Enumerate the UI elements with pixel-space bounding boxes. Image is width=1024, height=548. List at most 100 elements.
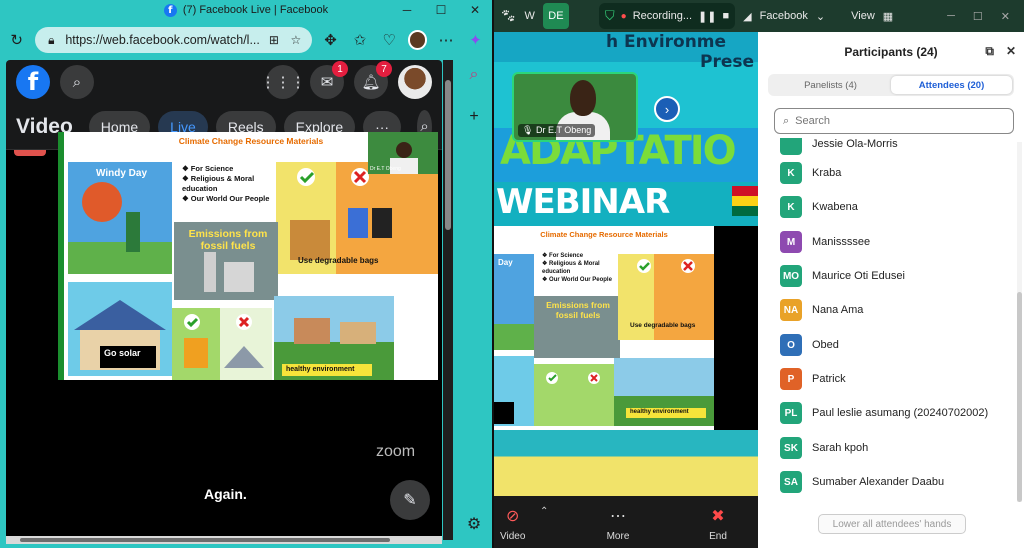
zoom-window-controls: ─ ☐ ✕ (947, 10, 1018, 23)
zoom-watermark: zoom (376, 443, 416, 460)
stage-panel-day: Day (498, 258, 513, 267)
attendee-name: Sumaber Alexander Daabu (812, 476, 945, 488)
pause-icon[interactable]: ❚❚ (698, 10, 716, 23)
app-grid-icon[interactable]: ⊞ (266, 29, 282, 51)
heartbeat-icon[interactable]: ♡ (379, 29, 400, 51)
grid-view-icon[interactable]: ▦ (883, 10, 893, 23)
speaker-head (570, 80, 596, 116)
list-item[interactable]: NA Nana Ama (780, 298, 863, 322)
tab-panelists[interactable]: Panelists (4) (770, 76, 891, 94)
scrollbar-thumb[interactable] (445, 80, 451, 230)
list-item[interactable]: Jessie Ola-Morris (780, 138, 898, 156)
page-scrollbar[interactable] (443, 60, 453, 540)
avatar: K (780, 196, 802, 218)
list-item[interactable]: M Manissssee (780, 230, 870, 254)
video-button[interactable]: ⊘ Video (500, 505, 525, 542)
host-avatar[interactable]: DE (542, 3, 569, 29)
search-icon[interactable]: ⌕ (470, 66, 479, 84)
panel-degradable-bags: Use degradable bags (298, 256, 379, 265)
scrollbar-thumb[interactable] (20, 538, 390, 542)
more-button[interactable]: ⋯ More (606, 505, 630, 542)
copilot-icon[interactable]: ✦ (465, 29, 486, 51)
close-icon[interactable]: ✕ (458, 0, 492, 20)
meeting-title-fragment: W (524, 10, 535, 22)
stage-slide: Climate Change Resource Materials Day ❖ (494, 226, 714, 430)
video-options-chevron-icon[interactable]: ⌃ (540, 506, 548, 517)
avatar: O (780, 334, 802, 356)
maximize-icon[interactable]: ☐ (973, 10, 983, 23)
more-icon[interactable]: ⋯ (435, 29, 456, 51)
messenger-icon: ✉︎ (320, 74, 334, 91)
attendee-name: Kwabena (812, 201, 858, 213)
minimize-icon[interactable]: ─ (947, 10, 955, 23)
participants-search[interactable]: ⌕ (774, 108, 1014, 134)
attendee-name: Obed (812, 339, 839, 351)
favorites-icon[interactable]: ✩ (349, 29, 370, 51)
video-off-icon: ⊘ (506, 508, 520, 525)
attendee-name: Kraba (812, 167, 842, 179)
banner-line-1b: Prese (700, 52, 755, 72)
extensions-icon[interactable]: ✥ (320, 29, 341, 51)
lock-icon[interactable]: 🔒︎ (43, 29, 59, 51)
compose-button[interactable]: ✎ (390, 480, 430, 520)
attendee-name: Jessie Ola-Morris (812, 138, 898, 150)
list-item[interactable]: K Kraba (780, 161, 841, 185)
stream-target[interactable]: Facebook (760, 10, 808, 22)
tab-attendees[interactable]: Attendees (20) (891, 76, 1012, 94)
chevron-down-icon[interactable]: ⌄ (816, 10, 825, 23)
view-menu[interactable]: View (851, 10, 875, 22)
search-input[interactable] (795, 115, 1005, 127)
participants-tabs: Panelists (4) Attendees (20) (768, 74, 1014, 96)
window-controls: ─ ☐ ✕ (390, 0, 492, 20)
stage-panel-fossil-fuels: Emissions from fossil fuels (546, 300, 610, 320)
speaker-name: Dr E.T Obeng (535, 125, 592, 135)
refresh-icon[interactable]: ↻ (6, 29, 27, 51)
avatar: K (780, 162, 802, 184)
stop-icon[interactable]: ■ (722, 10, 729, 22)
list-item[interactable]: PL Paul leslie asumang (20240702002) (780, 401, 988, 425)
settings-icon[interactable]: ⚙ (467, 514, 481, 534)
menu-button[interactable]: ⋮⋮⋮ (261, 65, 306, 99)
pop-out-icon[interactable]: ⧉ (985, 44, 994, 59)
attendee-name: Sarah kpoh (812, 442, 869, 454)
meeting-toolbar: ⊘ Video ⌃ ⋯ More ✖ End (494, 496, 758, 548)
facebook-logo-icon[interactable]: f (16, 65, 50, 99)
attendee-name: Manissssee (812, 236, 871, 248)
end-button[interactable]: ✖ End (706, 505, 730, 542)
speaker-video-tile[interactable]: 🎙︎ Dr E.T Obeng (512, 72, 638, 142)
close-panel-icon[interactable]: ✕ (1006, 44, 1016, 59)
list-item[interactable]: K Kwabena (780, 195, 858, 219)
list-item[interactable]: O Obed (780, 333, 839, 357)
list-item[interactable]: SK Sarah kpoh (780, 436, 868, 460)
messenger-button[interactable]: ✉︎ 1 (310, 61, 348, 99)
scrollbar-thumb[interactable] (1017, 292, 1022, 502)
account-avatar[interactable] (398, 65, 432, 99)
list-item[interactable]: P Patrick (780, 367, 846, 391)
minimize-icon[interactable]: ─ (390, 0, 424, 20)
close-icon[interactable]: ✕ (1001, 10, 1010, 23)
browser-window: f (7) Facebook Live | Facebook ─ ☐ ✕ ↻ 🔒… (0, 0, 492, 548)
list-item[interactable]: SA Sumaber Alexander Daabu (780, 470, 944, 494)
next-page-button[interactable]: › (654, 96, 680, 122)
more-label: More (606, 531, 630, 542)
profile-icon[interactable] (407, 30, 428, 50)
url-text[interactable]: https://web.facebook.com/watch/l... (65, 33, 260, 47)
url-field[interactable]: 🔒︎ https://web.facebook.com/watch/l... ⊞… (35, 27, 312, 53)
attendee-list-scrollbar[interactable] (1017, 142, 1022, 502)
live-caption: Again. (192, 480, 259, 508)
bell-icon: 🔔︎ (361, 74, 381, 91)
edit-icon: ✎ (403, 492, 417, 509)
search-button[interactable]: ⌕ (60, 65, 94, 99)
star-icon[interactable]: ☆ (288, 29, 304, 51)
mic-icon: 🎙︎ (522, 125, 534, 135)
maximize-icon[interactable]: ☐ (424, 0, 458, 20)
avatar: PL (780, 402, 802, 424)
avatar: P (780, 368, 802, 390)
notifications-button[interactable]: 🔔︎ 7 (354, 61, 392, 99)
video-label: Video (500, 531, 526, 542)
end-label: End (709, 531, 727, 542)
list-item[interactable]: MO Maurice Oti Edusei (780, 264, 905, 288)
lower-all-hands-button[interactable]: Lower all attendees' hands (818, 514, 966, 534)
horizontal-scrollbar[interactable] (6, 536, 442, 544)
add-icon[interactable]: + (469, 108, 478, 126)
